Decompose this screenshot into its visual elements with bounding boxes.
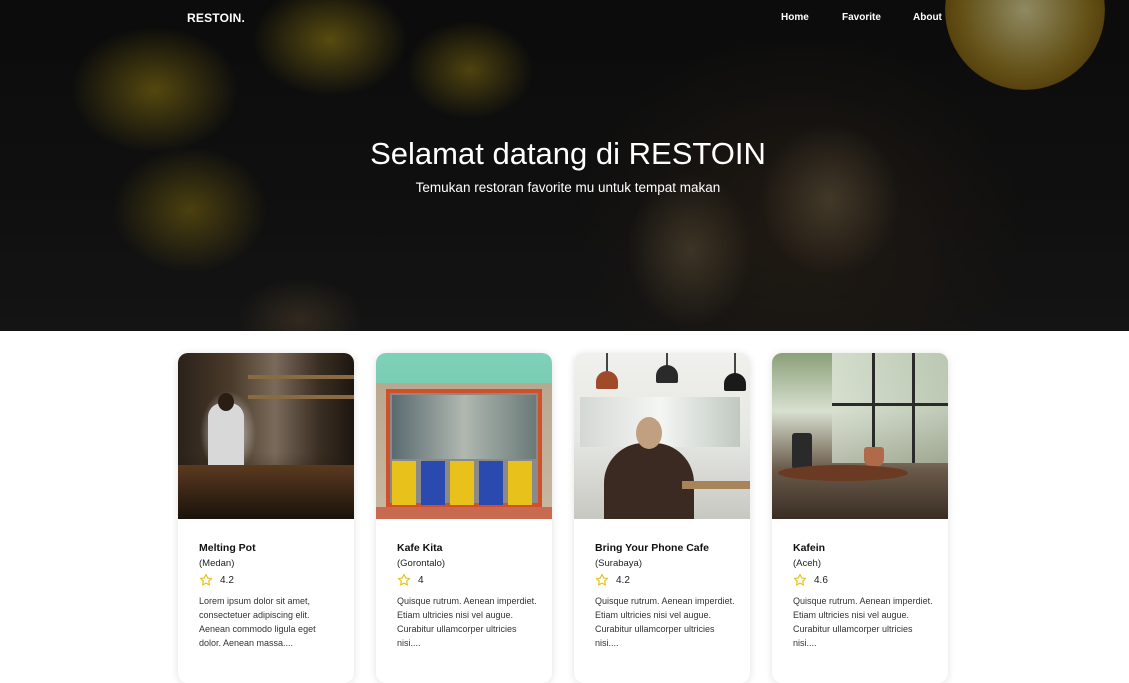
- restaurant-city: (Aceh): [793, 558, 821, 569]
- shelf-decoration: [248, 375, 354, 379]
- restaurant-description: Quisque rutrum. Aenean imperdiet. Etiam …: [793, 596, 933, 648]
- cafe-window: [832, 353, 948, 463]
- restaurant-image[interactable]: [178, 353, 354, 519]
- lamp-shade: [656, 365, 678, 383]
- cafe-table: [778, 465, 908, 481]
- rating-row: 4.6: [793, 572, 933, 588]
- nav-link-about[interactable]: About: [913, 12, 942, 23]
- hero-subtitle: Temukan restoran favorite mu untuk tempa…: [415, 180, 721, 195]
- restaurant-description: Quisque rutrum. Aenean imperdiet. Etiam …: [397, 596, 537, 648]
- chef-figure: [208, 403, 244, 473]
- restaurant-name[interactable]: Bring Your Phone Cafe: [595, 541, 735, 555]
- storefront-step: [376, 507, 552, 519]
- lamp-cord: [734, 353, 736, 375]
- restaurant-card[interactable]: Bring Your Phone Cafe (Surabaya) 4.2 Qui…: [574, 353, 750, 683]
- shelf-decoration: [248, 395, 354, 399]
- nav-link-home[interactable]: Home: [781, 12, 809, 23]
- rating-value: 4.6: [814, 574, 828, 586]
- restaurant-name[interactable]: Melting Pot: [199, 541, 339, 555]
- rating-row: 4.2: [199, 572, 339, 588]
- restaurant-image[interactable]: [574, 353, 750, 519]
- lamp-shade: [724, 373, 746, 391]
- restaurant-name[interactable]: Kafein: [793, 541, 933, 555]
- restaurant-description: Quisque rutrum. Aenean imperdiet. Etiam …: [595, 596, 735, 648]
- navbar: RESTOIN. Home Favorite About: [0, 0, 1129, 38]
- star-icon: [397, 573, 411, 586]
- rating-row: 4.2: [595, 572, 735, 588]
- restaurant-card[interactable]: Kafein (Aceh) 4.6 Quisque rutrum. Aenean…: [772, 353, 948, 683]
- cafe-table: [682, 481, 750, 489]
- star-icon: [595, 573, 609, 586]
- window-bar: [912, 353, 915, 463]
- lamp-cord: [606, 353, 608, 373]
- restaurant-card[interactable]: Melting Pot (Medan) 4.2 Lorem ipsum dolo…: [178, 353, 354, 683]
- counter-decoration: [178, 465, 354, 519]
- rating-value: 4.2: [616, 574, 630, 586]
- storefront-panel: [450, 461, 474, 505]
- restaurant-image[interactable]: [376, 353, 552, 519]
- nav-link-favorite[interactable]: Favorite: [842, 12, 881, 23]
- storefront-panel: [508, 461, 532, 505]
- customer-figure: [604, 443, 694, 519]
- storefront-panel: [392, 461, 416, 505]
- card-body: Kafe Kita (Gorontalo) 4 Quisque rutrum. …: [397, 541, 537, 650]
- card-body: Melting Pot (Medan) 4.2 Lorem ipsum dolo…: [199, 541, 339, 650]
- card-body: Kafein (Aceh) 4.6 Quisque rutrum. Aenean…: [793, 541, 933, 650]
- window-bar: [832, 403, 948, 406]
- hero-title: Selamat datang di RESTOIN: [370, 136, 766, 171]
- rating-value: 4.2: [220, 574, 234, 586]
- storefront-panel: [479, 461, 503, 505]
- storefront-panel: [421, 461, 445, 505]
- restaurant-name[interactable]: Kafe Kita: [397, 541, 537, 555]
- flower-pot: [864, 447, 884, 467]
- star-icon: [793, 573, 807, 586]
- restaurant-card[interactable]: Kafe Kita (Gorontalo) 4 Quisque rutrum. …: [376, 353, 552, 683]
- chef-head: [218, 393, 234, 411]
- customer-head: [636, 417, 662, 449]
- french-press: [792, 433, 812, 469]
- restaurant-city: (Surabaya): [595, 558, 642, 569]
- storefront-window: [392, 395, 536, 459]
- hero-section: RESTOIN. Home Favorite About Selamat dat…: [0, 0, 1129, 331]
- rating-value: 4: [418, 574, 424, 586]
- restaurant-image[interactable]: [772, 353, 948, 519]
- card-body: Bring Your Phone Cafe (Surabaya) 4.2 Qui…: [595, 541, 735, 650]
- restaurant-description: Lorem ipsum dolor sit amet, consectetuer…: [199, 596, 316, 648]
- restaurant-city: (Medan): [199, 558, 235, 569]
- star-icon: [199, 573, 213, 586]
- brand-logo[interactable]: RESTOIN.: [187, 11, 245, 25]
- rating-row: 4: [397, 572, 537, 588]
- lamp-shade: [596, 371, 618, 389]
- restaurant-city: (Gorontalo): [397, 558, 446, 569]
